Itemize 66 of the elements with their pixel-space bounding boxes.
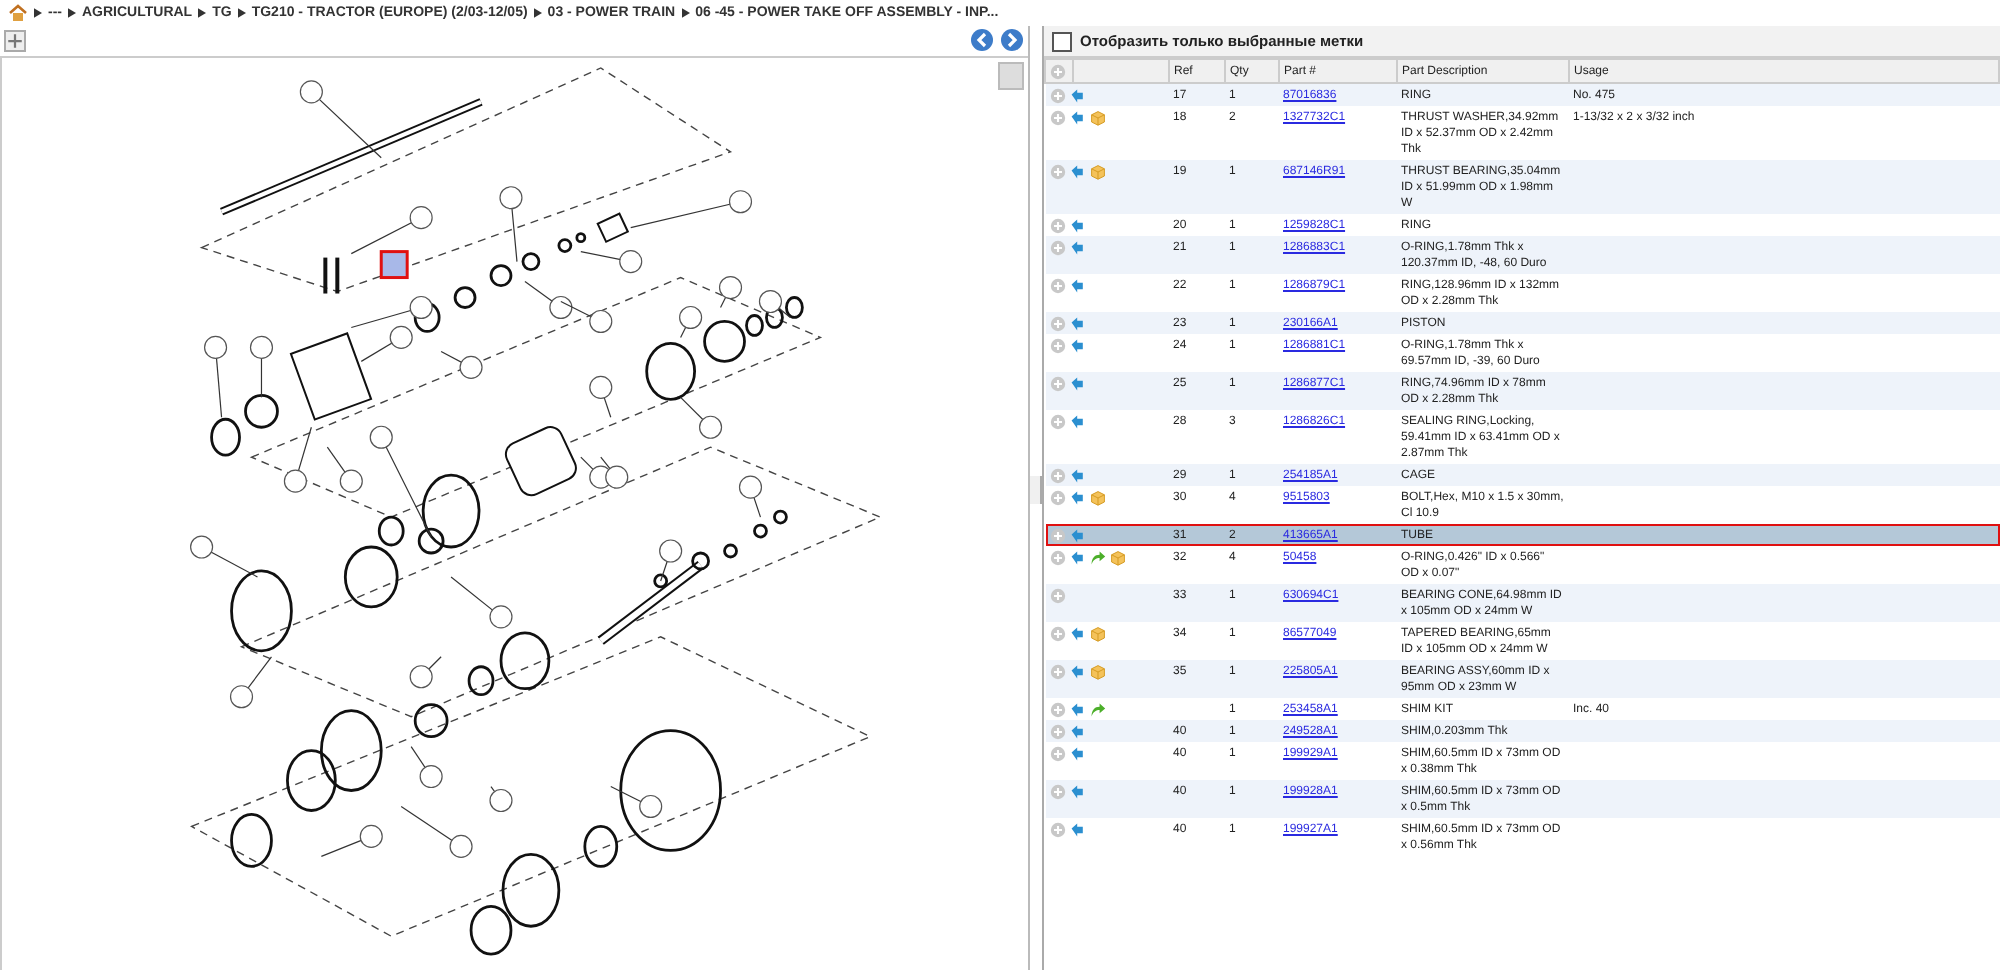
add-icon[interactable] [1050,63,1066,79]
scrollbar[interactable] [998,61,1024,90]
add-icon[interactable] [1049,701,1065,717]
add-icon[interactable] [1049,527,1065,543]
return-arrow-icon[interactable] [1069,783,1085,799]
return-arrow-icon[interactable] [1069,723,1085,739]
return-arrow-icon[interactable] [1069,663,1085,679]
return-arrow-icon[interactable] [1069,467,1085,483]
add-icon[interactable] [1049,315,1065,331]
add-icon[interactable] [1049,413,1065,429]
return-arrow-icon[interactable] [1069,821,1085,837]
return-arrow-icon[interactable] [1069,109,1085,125]
return-arrow-icon[interactable] [1069,87,1085,103]
add-icon[interactable] [1049,663,1065,679]
add-icon[interactable] [1049,467,1065,483]
return-arrow-icon[interactable] [1069,745,1085,761]
add-icon[interactable] [1049,87,1065,103]
return-arrow-icon[interactable] [1069,239,1085,255]
back-icon[interactable] [970,28,994,53]
add-icon[interactable] [1049,337,1065,353]
breadcrumb-arrow-icon [681,8,690,18]
splitter-handle[interactable] [1030,476,1042,504]
add-icon[interactable] [1049,625,1065,641]
add-icon[interactable] [1049,745,1065,761]
return-arrow-icon[interactable] [1069,337,1085,353]
add-icon[interactable] [1049,217,1065,233]
add-icon[interactable] [1049,549,1065,565]
add-icon[interactable] [1049,239,1065,255]
return-arrow-icon[interactable] [1069,217,1085,233]
return-arrow-icon[interactable] [1069,277,1085,293]
return-arrow-icon[interactable] [1069,375,1085,391]
add-icon[interactable] [1049,109,1065,125]
return-arrow-icon[interactable] [1069,489,1085,505]
package-icon[interactable] [1089,663,1105,679]
breadcrumb-arrow-icon [533,8,542,18]
expand-button[interactable] [4,29,26,52]
return-arrow-icon[interactable] [1069,315,1085,331]
package-icon[interactable] [1109,549,1125,565]
breadcrumb-arrow-icon [34,8,42,18]
curved-arrow-icon[interactable] [1089,701,1105,717]
package-icon[interactable] [1089,625,1105,641]
package-icon[interactable] [1089,489,1105,505]
return-arrow-icon[interactable] [1069,527,1085,543]
return-arrow-icon[interactable] [1069,625,1085,641]
home-icon[interactable] [8,4,28,22]
add-icon[interactable] [1049,277,1065,293]
return-arrow-icon[interactable] [1069,413,1085,429]
filter-checkbox[interactable] [1052,31,1072,51]
add-icon[interactable] [1049,489,1065,505]
breadcrumb-arrow-icon [198,8,207,18]
add-icon[interactable] [1049,821,1065,837]
add-icon[interactable] [1049,587,1065,603]
add-icon[interactable] [1049,375,1065,391]
package-icon[interactable] [1089,163,1105,179]
curved-arrow-icon[interactable] [1089,549,1105,565]
breadcrumb-arrow-icon [68,8,76,18]
return-arrow-icon[interactable] [1069,549,1085,565]
breadcrumb-arrow-icon [237,8,246,18]
package-icon[interactable] [1089,109,1105,125]
add-icon[interactable] [1049,723,1065,739]
add-icon[interactable] [1049,163,1065,179]
highlight-marker[interactable] [379,249,409,279]
forward-icon[interactable] [1000,28,1024,53]
return-arrow-icon[interactable] [1069,701,1085,717]
return-arrow-icon[interactable] [1069,163,1085,179]
add-icon[interactable] [1049,783,1065,799]
